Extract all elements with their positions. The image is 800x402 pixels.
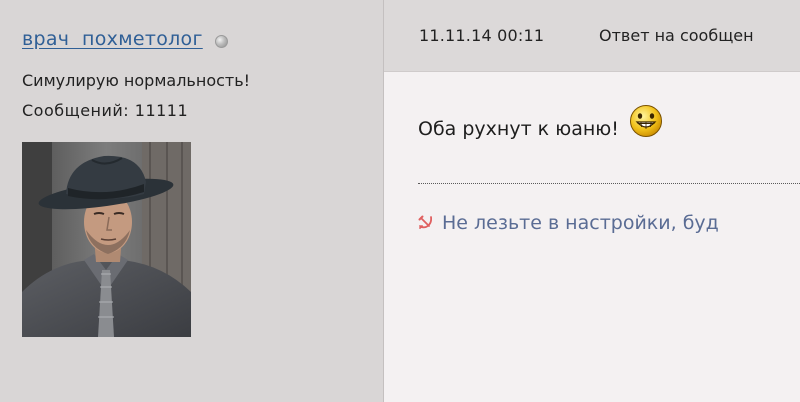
author-name-link[interactable]: врач похметолог: [22, 28, 203, 50]
post-header: 11.11.14 00:11 Ответ на сообщен: [384, 0, 800, 72]
user-signature: Не лезьте в настройки, буд: [418, 211, 719, 235]
author-name-row: врач похметолог: [22, 28, 228, 50]
author-panel: врач похметолог Симулирую нормальность! …: [0, 0, 384, 402]
grinning-smiley-icon: [629, 104, 663, 143]
avatar[interactable]: [22, 142, 191, 337]
author-status-text: Симулирую нормальность!: [22, 71, 251, 90]
post-date: 11.11.14 00:11: [419, 26, 545, 45]
reply-to-message-link[interactable]: Ответ на сообщен: [599, 26, 754, 45]
forum-post: врач похметолог Симулирую нормальность! …: [0, 0, 800, 402]
offline-status-icon: [214, 34, 228, 48]
post-message-text: Оба рухнут к юаню!: [418, 118, 619, 140]
post-message: Оба рухнут к юаню!: [418, 105, 663, 143]
hammer-sickle-icon: [418, 213, 434, 235]
avatar-image: [22, 142, 191, 337]
signature-divider: [418, 183, 800, 184]
signature-text: Не лезьте в настройки, буд: [442, 212, 719, 234]
post-body: Оба рухнут к юаню! Не лезьте в настройки…: [384, 72, 800, 402]
author-posts-count: Сообщений: 11111: [22, 101, 189, 120]
